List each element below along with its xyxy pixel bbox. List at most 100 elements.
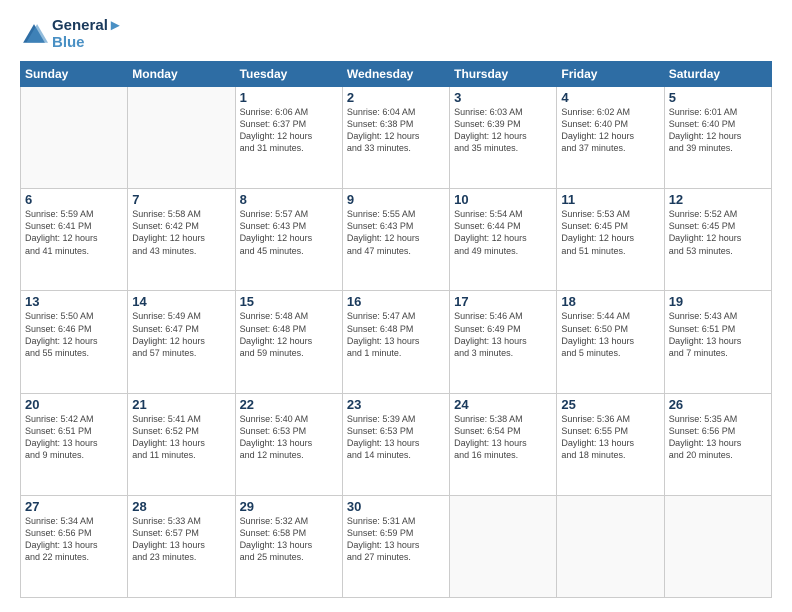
day-number: 4 xyxy=(561,90,659,105)
calendar-cell: 27Sunrise: 5:34 AM Sunset: 6:56 PM Dayli… xyxy=(21,495,128,597)
calendar-cell: 4Sunrise: 6:02 AM Sunset: 6:40 PM Daylig… xyxy=(557,87,664,189)
day-info: Sunrise: 5:46 AM Sunset: 6:49 PM Dayligh… xyxy=(454,310,552,359)
day-info: Sunrise: 5:31 AM Sunset: 6:59 PM Dayligh… xyxy=(347,515,445,564)
calendar-cell: 5Sunrise: 6:01 AM Sunset: 6:40 PM Daylig… xyxy=(664,87,771,189)
day-info: Sunrise: 5:53 AM Sunset: 6:45 PM Dayligh… xyxy=(561,208,659,257)
calendar-cell: 26Sunrise: 5:35 AM Sunset: 6:56 PM Dayli… xyxy=(664,393,771,495)
col-header-saturday: Saturday xyxy=(664,62,771,87)
calendar-cell: 17Sunrise: 5:46 AM Sunset: 6:49 PM Dayli… xyxy=(450,291,557,393)
day-number: 13 xyxy=(25,294,123,309)
day-number: 17 xyxy=(454,294,552,309)
calendar-cell: 18Sunrise: 5:44 AM Sunset: 6:50 PM Dayli… xyxy=(557,291,664,393)
col-header-sunday: Sunday xyxy=(21,62,128,87)
day-info: Sunrise: 5:57 AM Sunset: 6:43 PM Dayligh… xyxy=(240,208,338,257)
day-info: Sunrise: 5:34 AM Sunset: 6:56 PM Dayligh… xyxy=(25,515,123,564)
calendar-cell: 13Sunrise: 5:50 AM Sunset: 6:46 PM Dayli… xyxy=(21,291,128,393)
day-info: Sunrise: 6:04 AM Sunset: 6:38 PM Dayligh… xyxy=(347,106,445,155)
calendar-cell xyxy=(450,495,557,597)
day-info: Sunrise: 5:52 AM Sunset: 6:45 PM Dayligh… xyxy=(669,208,767,257)
day-info: Sunrise: 5:44 AM Sunset: 6:50 PM Dayligh… xyxy=(561,310,659,359)
calendar-cell: 21Sunrise: 5:41 AM Sunset: 6:52 PM Dayli… xyxy=(128,393,235,495)
day-number: 6 xyxy=(25,192,123,207)
col-header-tuesday: Tuesday xyxy=(235,62,342,87)
calendar-week-5: 27Sunrise: 5:34 AM Sunset: 6:56 PM Dayli… xyxy=(21,495,772,597)
day-info: Sunrise: 6:06 AM Sunset: 6:37 PM Dayligh… xyxy=(240,106,338,155)
day-info: Sunrise: 5:49 AM Sunset: 6:47 PM Dayligh… xyxy=(132,310,230,359)
calendar-cell: 10Sunrise: 5:54 AM Sunset: 6:44 PM Dayli… xyxy=(450,189,557,291)
day-number: 12 xyxy=(669,192,767,207)
day-number: 27 xyxy=(25,499,123,514)
calendar-cell: 20Sunrise: 5:42 AM Sunset: 6:51 PM Dayli… xyxy=(21,393,128,495)
day-number: 29 xyxy=(240,499,338,514)
day-info: Sunrise: 5:32 AM Sunset: 6:58 PM Dayligh… xyxy=(240,515,338,564)
col-header-monday: Monday xyxy=(128,62,235,87)
day-info: Sunrise: 5:33 AM Sunset: 6:57 PM Dayligh… xyxy=(132,515,230,564)
day-number: 10 xyxy=(454,192,552,207)
calendar-table: SundayMondayTuesdayWednesdayThursdayFrid… xyxy=(20,61,772,598)
day-number: 20 xyxy=(25,397,123,412)
day-info: Sunrise: 5:38 AM Sunset: 6:54 PM Dayligh… xyxy=(454,413,552,462)
day-info: Sunrise: 5:42 AM Sunset: 6:51 PM Dayligh… xyxy=(25,413,123,462)
calendar-header-row: SundayMondayTuesdayWednesdayThursdayFrid… xyxy=(21,62,772,87)
day-number: 9 xyxy=(347,192,445,207)
day-info: Sunrise: 6:01 AM Sunset: 6:40 PM Dayligh… xyxy=(669,106,767,155)
day-number: 7 xyxy=(132,192,230,207)
calendar-week-4: 20Sunrise: 5:42 AM Sunset: 6:51 PM Dayli… xyxy=(21,393,772,495)
calendar-cell: 22Sunrise: 5:40 AM Sunset: 6:53 PM Dayli… xyxy=(235,393,342,495)
calendar-cell: 15Sunrise: 5:48 AM Sunset: 6:48 PM Dayli… xyxy=(235,291,342,393)
calendar-cell: 1Sunrise: 6:06 AM Sunset: 6:37 PM Daylig… xyxy=(235,87,342,189)
calendar-week-3: 13Sunrise: 5:50 AM Sunset: 6:46 PM Dayli… xyxy=(21,291,772,393)
calendar-cell: 23Sunrise: 5:39 AM Sunset: 6:53 PM Dayli… xyxy=(342,393,449,495)
calendar-cell: 8Sunrise: 5:57 AM Sunset: 6:43 PM Daylig… xyxy=(235,189,342,291)
day-info: Sunrise: 5:54 AM Sunset: 6:44 PM Dayligh… xyxy=(454,208,552,257)
day-number: 22 xyxy=(240,397,338,412)
calendar-cell: 7Sunrise: 5:58 AM Sunset: 6:42 PM Daylig… xyxy=(128,189,235,291)
day-info: Sunrise: 5:35 AM Sunset: 6:56 PM Dayligh… xyxy=(669,413,767,462)
calendar-week-1: 1Sunrise: 6:06 AM Sunset: 6:37 PM Daylig… xyxy=(21,87,772,189)
calendar-cell: 14Sunrise: 5:49 AM Sunset: 6:47 PM Dayli… xyxy=(128,291,235,393)
calendar-cell: 12Sunrise: 5:52 AM Sunset: 6:45 PM Dayli… xyxy=(664,189,771,291)
calendar-cell: 11Sunrise: 5:53 AM Sunset: 6:45 PM Dayli… xyxy=(557,189,664,291)
day-number: 1 xyxy=(240,90,338,105)
calendar-cell: 28Sunrise: 5:33 AM Sunset: 6:57 PM Dayli… xyxy=(128,495,235,597)
day-info: Sunrise: 5:50 AM Sunset: 6:46 PM Dayligh… xyxy=(25,310,123,359)
day-info: Sunrise: 5:41 AM Sunset: 6:52 PM Dayligh… xyxy=(132,413,230,462)
day-info: Sunrise: 5:39 AM Sunset: 6:53 PM Dayligh… xyxy=(347,413,445,462)
day-info: Sunrise: 6:03 AM Sunset: 6:39 PM Dayligh… xyxy=(454,106,552,155)
day-number: 28 xyxy=(132,499,230,514)
day-number: 11 xyxy=(561,192,659,207)
calendar-cell: 19Sunrise: 5:43 AM Sunset: 6:51 PM Dayli… xyxy=(664,291,771,393)
calendar-cell: 24Sunrise: 5:38 AM Sunset: 6:54 PM Dayli… xyxy=(450,393,557,495)
calendar-cell: 9Sunrise: 5:55 AM Sunset: 6:43 PM Daylig… xyxy=(342,189,449,291)
day-number: 23 xyxy=(347,397,445,412)
day-number: 25 xyxy=(561,397,659,412)
day-info: Sunrise: 5:43 AM Sunset: 6:51 PM Dayligh… xyxy=(669,310,767,359)
day-number: 18 xyxy=(561,294,659,309)
day-info: Sunrise: 5:58 AM Sunset: 6:42 PM Dayligh… xyxy=(132,208,230,257)
calendar-cell: 29Sunrise: 5:32 AM Sunset: 6:58 PM Dayli… xyxy=(235,495,342,597)
day-number: 8 xyxy=(240,192,338,207)
calendar-cell xyxy=(664,495,771,597)
day-info: Sunrise: 5:59 AM Sunset: 6:41 PM Dayligh… xyxy=(25,208,123,257)
calendar-cell: 16Sunrise: 5:47 AM Sunset: 6:48 PM Dayli… xyxy=(342,291,449,393)
day-number: 19 xyxy=(669,294,767,309)
calendar-cell xyxy=(128,87,235,189)
day-number: 30 xyxy=(347,499,445,514)
day-number: 24 xyxy=(454,397,552,412)
day-info: Sunrise: 5:47 AM Sunset: 6:48 PM Dayligh… xyxy=(347,310,445,359)
day-number: 14 xyxy=(132,294,230,309)
day-info: Sunrise: 5:36 AM Sunset: 6:55 PM Dayligh… xyxy=(561,413,659,462)
day-number: 5 xyxy=(669,90,767,105)
day-info: Sunrise: 5:48 AM Sunset: 6:48 PM Dayligh… xyxy=(240,310,338,359)
day-number: 21 xyxy=(132,397,230,412)
day-number: 3 xyxy=(454,90,552,105)
logo: General►Blue xyxy=(20,18,123,51)
logo-text: General►Blue xyxy=(52,18,123,51)
header: General►Blue xyxy=(20,18,772,51)
day-number: 16 xyxy=(347,294,445,309)
calendar-cell xyxy=(21,87,128,189)
calendar-cell: 3Sunrise: 6:03 AM Sunset: 6:39 PM Daylig… xyxy=(450,87,557,189)
col-header-friday: Friday xyxy=(557,62,664,87)
calendar-cell: 2Sunrise: 6:04 AM Sunset: 6:38 PM Daylig… xyxy=(342,87,449,189)
calendar-cell: 6Sunrise: 5:59 AM Sunset: 6:41 PM Daylig… xyxy=(21,189,128,291)
